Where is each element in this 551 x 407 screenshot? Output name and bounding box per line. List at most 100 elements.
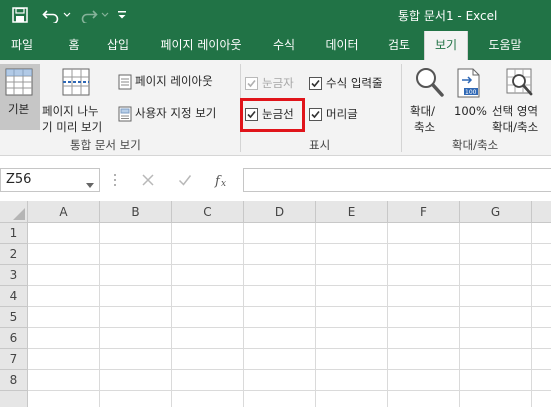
formula-bar: Z56 fx — [0, 156, 551, 201]
row-header-partial[interactable] — [0, 391, 28, 407]
headings-label: 머리글 — [326, 107, 358, 121]
gridline — [28, 369, 551, 370]
normal-view-icon — [5, 68, 33, 99]
svg-text:x: x — [221, 179, 226, 188]
gridline — [99, 223, 100, 407]
gridline — [28, 390, 551, 391]
tab-page-layout[interactable]: 페이지 레이아웃 — [148, 31, 254, 60]
page-break-preview-icon — [62, 68, 90, 99]
gridline — [28, 327, 551, 328]
ruler-label: 눈금자 — [262, 76, 294, 90]
formula-bar-label: 수식 입력줄 — [326, 76, 383, 90]
gridline — [315, 223, 316, 407]
customize-qat-icon[interactable] — [116, 6, 128, 24]
zoom-selection-label-1: 선택 영역 — [492, 104, 538, 118]
save-icon[interactable] — [10, 6, 30, 24]
column-header-d[interactable]: D — [244, 201, 316, 223]
zoom-selection-label-2: 확대/축소 — [492, 120, 539, 134]
gridline — [171, 223, 172, 407]
zoom-to-selection-button[interactable]: 선택 영역 확대/축소 — [492, 64, 550, 134]
formula-bar-checkbox-row[interactable]: 수식 입력줄 — [309, 76, 395, 94]
page-break-preview-button[interactable]: 페이지 나누 기 미리 보기 — [42, 64, 112, 134]
zoom-button[interactable]: 확대/ 축소 — [406, 64, 450, 134]
formula-input[interactable] — [243, 168, 551, 192]
zoom-label-1: 확대/ — [410, 104, 436, 118]
gridline — [28, 243, 551, 244]
row-header-7[interactable]: 7 — [0, 349, 28, 370]
select-all-corner[interactable] — [0, 201, 28, 223]
normal-view-button[interactable]: 기본 — [0, 64, 40, 130]
column-header-f[interactable]: F — [388, 201, 460, 223]
tab-home[interactable]: 홈 — [56, 31, 92, 60]
ruler-checkbox-row[interactable]: 눈금자 — [245, 76, 305, 94]
gridline — [28, 285, 551, 286]
zoom-100-icon: 100 — [456, 68, 482, 101]
column-header-e[interactable]: E — [316, 201, 388, 223]
window-title: 통합 문서1 - Excel — [398, 9, 498, 23]
redo-dropdown-icon[interactable] — [100, 6, 110, 24]
insert-function-icon[interactable]: fx — [214, 172, 232, 191]
column-header-b[interactable]: B — [100, 201, 172, 223]
title-bar: 통합 문서1 - Excel — [0, 0, 551, 31]
formula-bar-checkbox[interactable] — [309, 77, 322, 90]
group-separator — [401, 64, 402, 152]
headings-checkbox-row[interactable]: 머리글 — [309, 107, 375, 125]
custom-views-icon — [118, 106, 132, 125]
row-header-3[interactable]: 3 — [0, 265, 28, 286]
magnifier-icon — [414, 66, 444, 101]
enter-icon[interactable] — [178, 173, 192, 190]
svg-text:100: 100 — [465, 89, 477, 96]
cancel-icon[interactable] — [141, 173, 155, 190]
page-layout-icon — [118, 74, 132, 93]
tab-formulas[interactable]: 수식 — [262, 31, 306, 60]
row-header-8[interactable]: 8 — [0, 370, 28, 391]
name-box-dropdown-icon[interactable] — [86, 178, 94, 191]
ribbon-tabs: 파일 홈 삽입 페이지 레이아웃 수식 데이터 검토 보기 도움말 — [0, 31, 551, 60]
column-header-a[interactable]: A — [28, 201, 100, 223]
tab-help[interactable]: 도움말 — [476, 31, 534, 60]
gridline — [531, 223, 532, 407]
row-header-2[interactable]: 2 — [0, 244, 28, 265]
column-header-c[interactable]: C — [172, 201, 244, 223]
tab-view[interactable]: 보기 — [424, 31, 468, 60]
gridlines-highlight-box — [240, 98, 305, 132]
undo-dropdown-icon[interactable] — [62, 6, 72, 24]
tab-insert[interactable]: 삽입 — [96, 31, 140, 60]
gridline — [459, 223, 460, 407]
custom-views-label: 사용자 지정 보기 — [135, 106, 217, 120]
name-box-value: Z56 — [6, 172, 32, 187]
undo-icon[interactable] — [40, 6, 62, 24]
zoom-group-label: 확대/축소 — [452, 138, 499, 152]
gridline — [28, 306, 551, 307]
zoom-selection-icon — [506, 68, 534, 101]
row-header-1[interactable]: 1 — [0, 223, 28, 244]
normal-view-label: 기본 — [8, 102, 30, 116]
gridline — [28, 348, 551, 349]
zoom-100-label: 100% — [454, 104, 487, 118]
column-header-g[interactable]: G — [460, 201, 532, 223]
page-layout-view-label: 페이지 레이아웃 — [135, 74, 213, 88]
show-group-label: 표시 — [309, 138, 331, 152]
gridline — [387, 223, 388, 407]
tab-data[interactable]: 데이터 — [314, 31, 370, 60]
formula-bar-splitter-icon[interactable] — [113, 172, 117, 191]
row-header-4[interactable]: 4 — [0, 286, 28, 307]
redo-icon[interactable] — [78, 6, 100, 24]
tab-file[interactable]: 파일 — [0, 31, 44, 60]
column-header-partial[interactable] — [532, 201, 551, 223]
zoom-100-button[interactable]: 100 100% — [452, 64, 492, 124]
row-header-6[interactable]: 6 — [0, 328, 28, 349]
page-layout-view-button[interactable]: 페이지 레이아웃 — [116, 72, 234, 92]
headings-checkbox[interactable] — [309, 108, 322, 121]
name-box[interactable]: Z56 — [0, 168, 100, 192]
workbook-views-group-label: 통합 문서 보기 — [70, 138, 141, 152]
page-break-preview-label-1: 페이지 나누 — [42, 104, 99, 118]
tab-review[interactable]: 검토 — [378, 31, 420, 60]
ruler-checkbox[interactable] — [245, 77, 258, 90]
custom-views-button[interactable]: 사용자 지정 보기 — [116, 104, 240, 124]
worksheet-grid[interactable]: A B C D E F G 1 2 3 4 5 6 7 8 — [0, 201, 551, 407]
page-break-preview-label-2: 기 미리 보기 — [42, 120, 103, 134]
row-header-5[interactable]: 5 — [0, 307, 28, 328]
gridline — [243, 223, 244, 407]
gridline — [28, 264, 551, 265]
